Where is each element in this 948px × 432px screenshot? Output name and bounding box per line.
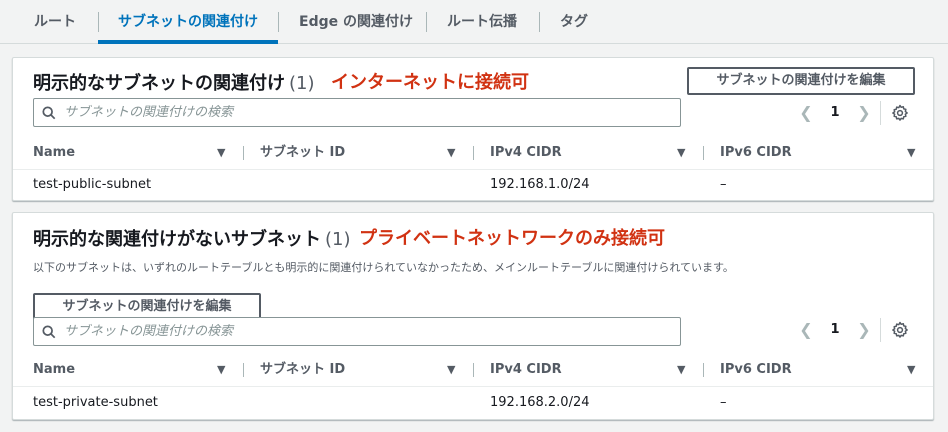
tab-divider — [278, 12, 279, 32]
tab-divider — [539, 12, 540, 32]
column-divider[interactable] — [703, 363, 704, 377]
chevron-left-icon[interactable]: ❮ — [799, 318, 813, 342]
column-divider[interactable] — [473, 146, 474, 160]
panel-title-text: 明示的な関連付けがないサブネット — [33, 229, 321, 250]
table-header: Name ▼ サブネット ID ▼ IPv4 CIDR ▼ IPv6 CIDR … — [13, 353, 933, 387]
caret-down-icon[interactable]: ▼ — [447, 353, 455, 387]
page-number[interactable]: 1 — [825, 318, 845, 342]
cell-name: test-public-subnet — [33, 177, 152, 192]
table-row[interactable]: test-public-subnet 192.168.1.0/24 – — [13, 169, 933, 201]
tab-routes[interactable]: ルート — [34, 0, 76, 44]
implicit-subnet-associations-panel: 明示的な関連付けがないサブネット (1) プライベートネットワークのみ接続可 以下… — [12, 212, 934, 420]
tab-subnet-associations[interactable]: サブネットの関連付け — [118, 0, 258, 44]
pagination: ❮ 1 ❯ — [799, 318, 871, 342]
caret-down-icon[interactable]: ▼ — [677, 353, 685, 387]
chevron-right-icon[interactable]: ❯ — [857, 318, 871, 342]
caret-down-icon[interactable]: ▼ — [907, 136, 915, 170]
column-header-ipv6-cidr[interactable]: IPv6 CIDR — [720, 353, 792, 387]
edit-subnet-associations-button[interactable]: サブネットの関連付けを編集 — [687, 67, 915, 95]
column-divider[interactable] — [473, 363, 474, 377]
annotation-internet-access: インターネットに接続可 — [331, 72, 529, 93]
column-divider[interactable] — [243, 146, 244, 160]
annotation-private-network-only: プライベートネットワークのみ接続可 — [359, 228, 665, 249]
chevron-right-icon[interactable]: ❯ — [857, 101, 871, 125]
gear-icon[interactable] — [891, 321, 909, 339]
tab-route-propagation[interactable]: ルート伝播 — [447, 0, 517, 44]
column-header-name[interactable]: Name — [33, 136, 75, 170]
column-header-ipv4-cidr[interactable]: IPv4 CIDR — [490, 353, 562, 387]
column-header-name[interactable]: Name — [33, 353, 75, 387]
panel-description: 以下のサブネットは、いずれのルートテーブルとも明示的に関連付けられていなかったた… — [33, 261, 734, 274]
tab-edge-associations[interactable]: Edge の関連付け — [299, 0, 413, 44]
tab-tags[interactable]: タグ — [560, 0, 588, 44]
search-input[interactable] — [64, 322, 664, 341]
tab-divider — [98, 12, 99, 32]
column-divider[interactable] — [243, 363, 244, 377]
panel-count: (1) — [289, 73, 315, 94]
panel-title-text: 明示的なサブネットの関連付け — [33, 73, 285, 94]
column-header-subnet-id[interactable]: サブネット ID — [260, 136, 345, 170]
caret-down-icon[interactable]: ▼ — [217, 353, 225, 387]
search-icon — [42, 325, 56, 339]
search-icon — [42, 106, 56, 120]
chevron-left-icon[interactable]: ❮ — [799, 101, 813, 125]
table-header: Name ▼ サブネット ID ▼ IPv4 CIDR ▼ IPv6 CIDR … — [13, 136, 933, 170]
cell-ipv6-cidr: – — [720, 395, 727, 410]
search-field[interactable] — [33, 98, 681, 127]
cell-name: test-private-subnet — [33, 395, 158, 410]
search-field[interactable] — [33, 317, 681, 346]
caret-down-icon[interactable]: ▼ — [217, 136, 225, 170]
cell-ipv4-cidr: 192.168.1.0/24 — [490, 177, 590, 192]
column-header-ipv4-cidr[interactable]: IPv4 CIDR — [490, 136, 562, 170]
column-header-subnet-id[interactable]: サブネット ID — [260, 353, 345, 387]
panel-title: 明示的なサブネットの関連付け (1) — [33, 69, 315, 95]
cell-ipv4-cidr: 192.168.2.0/24 — [490, 395, 590, 410]
explicit-subnet-associations-panel: 明示的なサブネットの関連付け (1) インターネットに接続可 サブネットの関連付け… — [12, 57, 934, 201]
cell-ipv6-cidr: – — [720, 177, 727, 192]
pager-divider — [880, 101, 881, 125]
gear-icon[interactable] — [891, 104, 909, 122]
search-input[interactable] — [64, 103, 664, 122]
column-divider[interactable] — [703, 146, 704, 160]
caret-down-icon[interactable]: ▼ — [907, 353, 915, 387]
tab-bar: ルート サブネットの関連付け Edge の関連付け ルート伝播 タグ — [0, 0, 948, 44]
pagination: ❮ 1 ❯ — [799, 101, 871, 125]
tab-divider — [426, 12, 427, 32]
pager-divider — [880, 318, 881, 342]
caret-down-icon[interactable]: ▼ — [677, 136, 685, 170]
active-tab-indicator — [98, 40, 278, 44]
column-header-ipv6-cidr[interactable]: IPv6 CIDR — [720, 136, 792, 170]
panel-title: 明示的な関連付けがないサブネット (1) — [33, 225, 351, 251]
page-number[interactable]: 1 — [825, 101, 845, 125]
caret-down-icon[interactable]: ▼ — [447, 136, 455, 170]
table-row[interactable]: test-private-subnet 192.168.2.0/24 – — [13, 387, 933, 419]
panel-count: (1) — [325, 229, 351, 250]
